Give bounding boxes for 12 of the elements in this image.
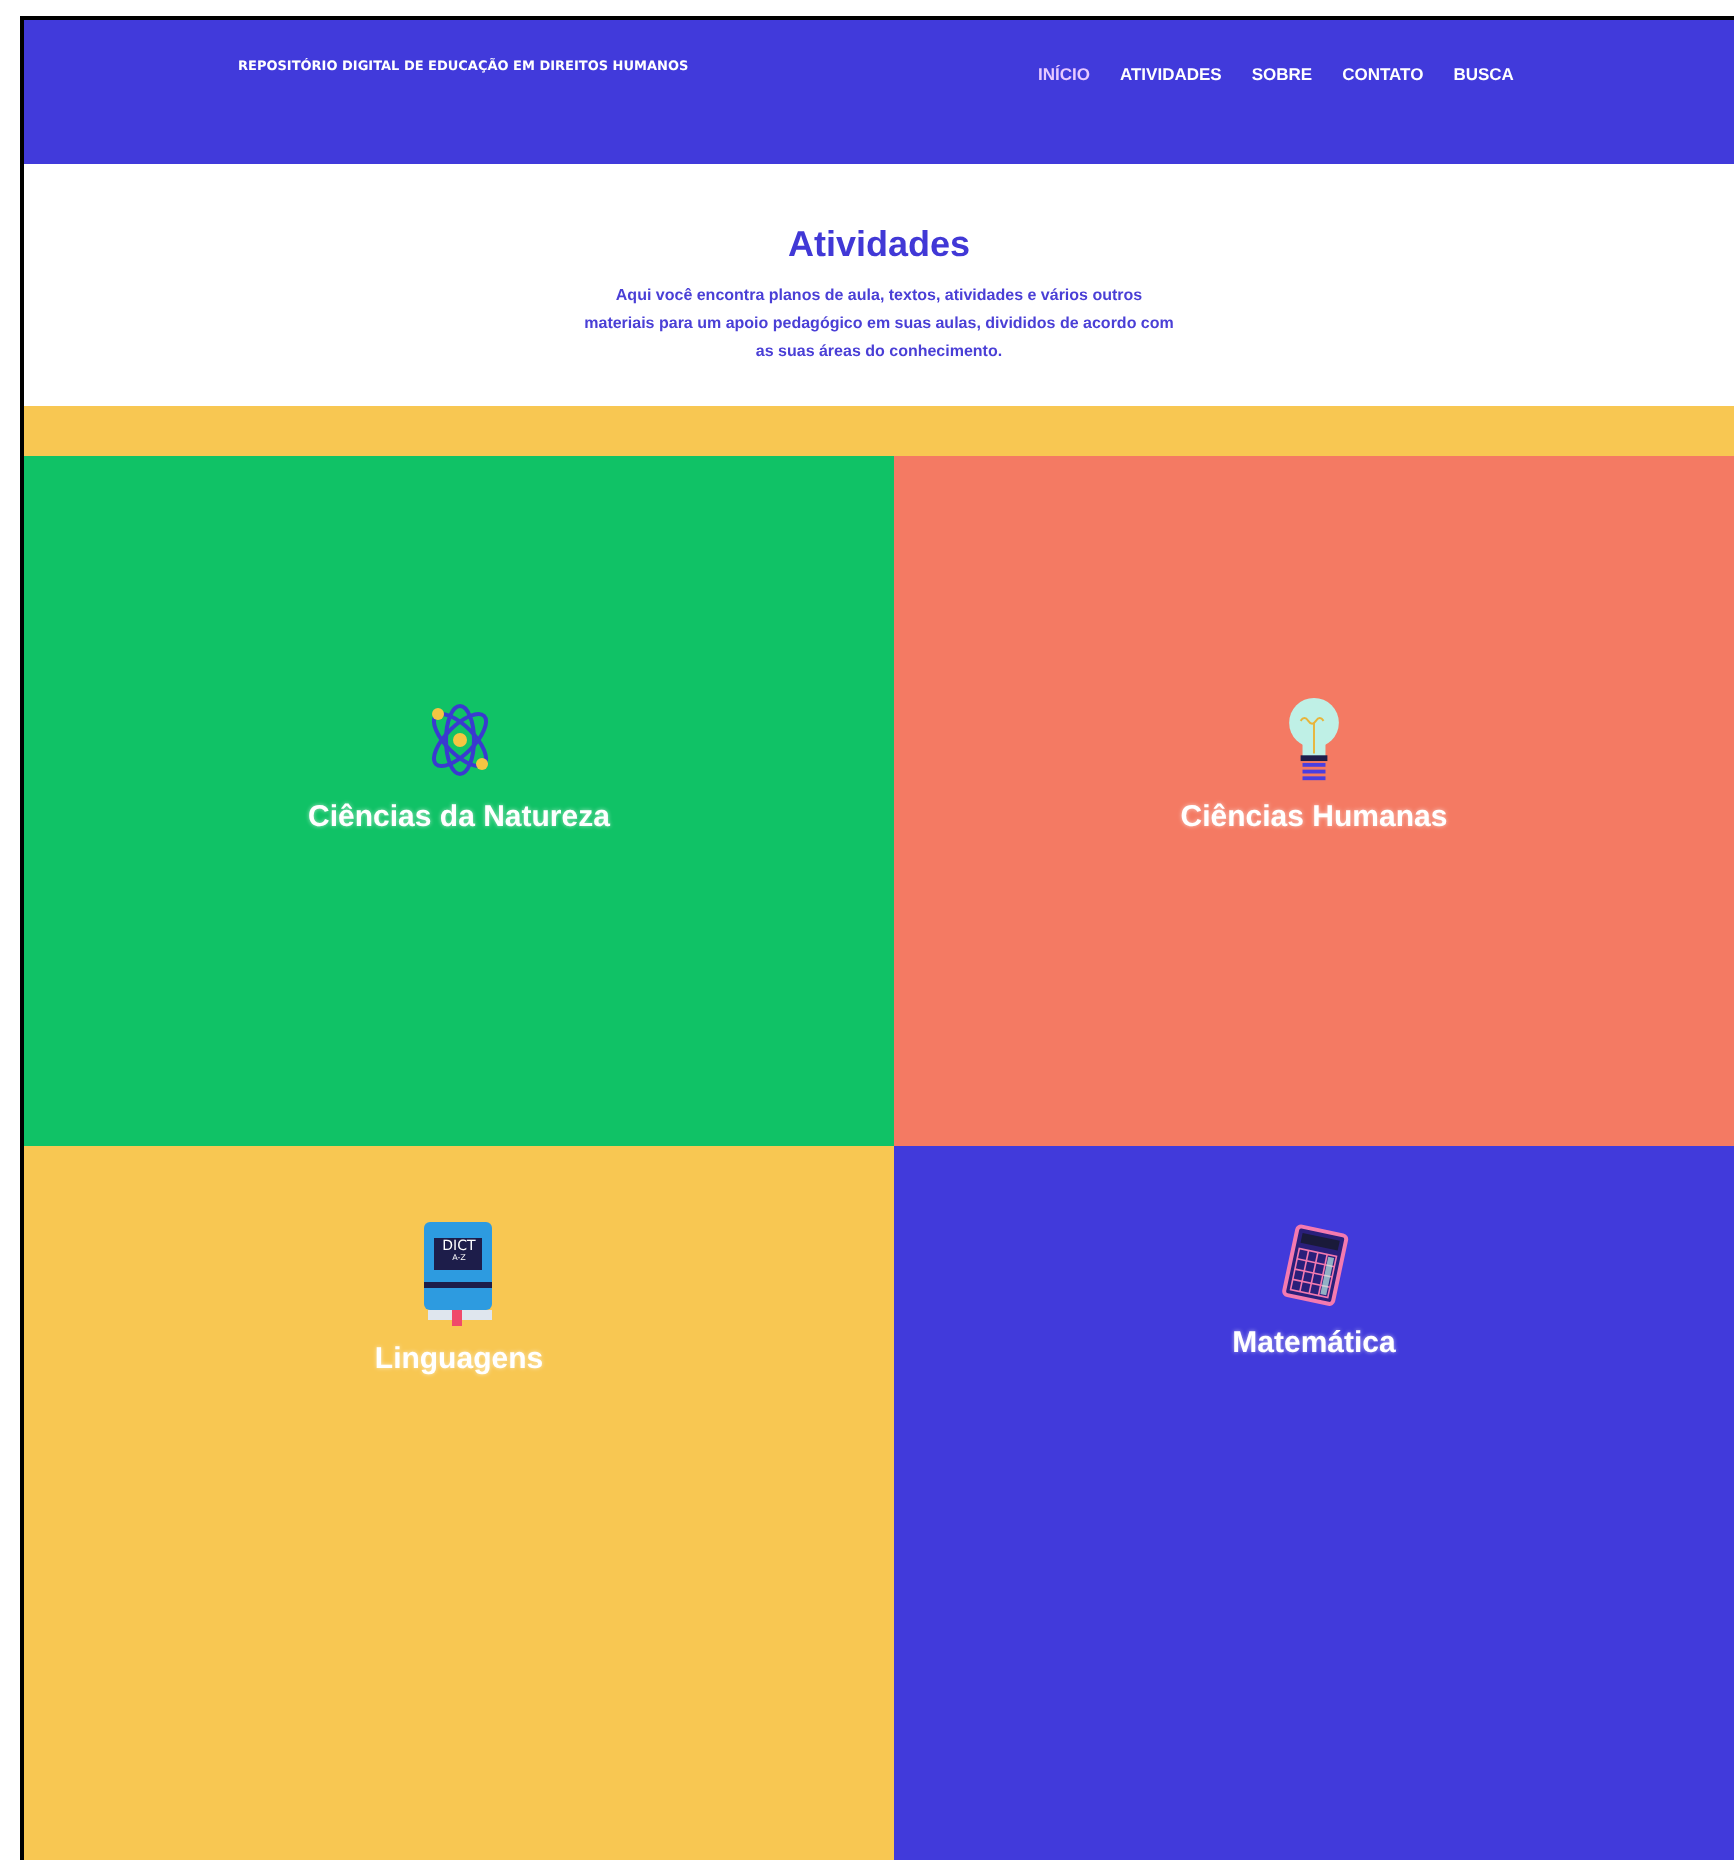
- area-tile[interactable]: Matemática: [894, 1146, 1734, 1860]
- nav-link[interactable]: ATIVIDADES: [1119, 64, 1222, 84]
- area-title: Ciências Humanas: [1180, 800, 1448, 834]
- intro-text: Aqui você encontra planos de aula, textos, atividades e vários outros materiais para um apoio pedagógico em suas aulas, divididos de acordo com as suas áreas do conhecimento.: [582, 284, 1176, 364]
- area-title: Linguagens: [374, 1342, 544, 1376]
- nav-link[interactable]: BUSCA: [1453, 64, 1514, 84]
- nav-link[interactable]: SOBRE: [1251, 64, 1313, 84]
- page-title: Atividades: [787, 224, 971, 266]
- nav-link[interactable]: INÍCIO: [1038, 64, 1090, 84]
- area-title: Ciências da Natureza: [308, 800, 610, 834]
- area-title: Matemática: [1232, 1326, 1396, 1360]
- nav-link[interactable]: CONTATO: [1342, 64, 1424, 84]
